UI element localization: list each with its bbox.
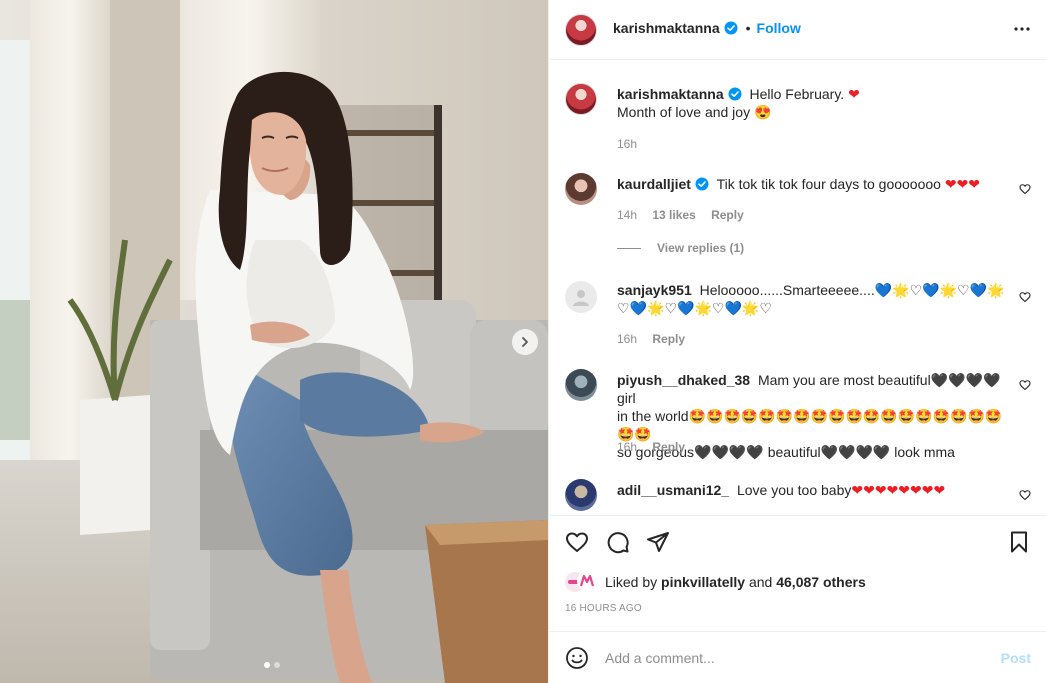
commenter-avatar[interactable] — [565, 479, 597, 511]
comments-list[interactable]: karishmaktanna Hello February. ❤ Month o… — [549, 61, 1046, 515]
red-heart-emoji: ❤ — [848, 86, 860, 102]
comment-body-part-1: Mam you are most beautiful — [757, 372, 931, 388]
comment-username[interactable]: adil__usmani12_ — [617, 482, 729, 498]
comment-body: Tik tok tik tok four days to gooooooo — [716, 176, 941, 192]
owner-username[interactable]: karishmaktanna — [613, 20, 720, 36]
comment-text: sanjayk951 Helooooo......Smarteeeee....💙… — [617, 281, 1009, 317]
comment-like-heart-icon[interactable] — [1019, 291, 1031, 303]
reply-button[interactable]: Reply — [711, 208, 744, 222]
share-icon[interactable] — [646, 530, 670, 554]
default-avatar-icon — [573, 290, 589, 306]
comment-time[interactable]: 14h — [617, 208, 637, 222]
owner-info: karishmaktanna • Follow — [613, 20, 801, 36]
carousel-indicator — [264, 662, 280, 668]
emoji-icon[interactable] — [565, 646, 589, 670]
likes-others[interactable]: 46,087 others — [776, 574, 866, 590]
add-comment-bar: Post — [549, 631, 1046, 683]
view-replies-button[interactable]: View replies (1) — [617, 241, 744, 255]
commenter-avatar[interactable] — [565, 281, 597, 313]
chevron-right-icon — [522, 337, 528, 347]
liker-username[interactable]: pinkvillatelly — [661, 574, 745, 590]
comment-item: piyush__dhaked_38 Mam you are most beaut… — [565, 369, 1035, 469]
comment-like-heart-icon[interactable] — [1019, 183, 1031, 195]
post-photo[interactable] — [0, 0, 548, 683]
caption-text: karishmaktanna Hello February. ❤ Month o… — [617, 85, 1009, 121]
reply-button[interactable]: Reply — [652, 332, 685, 346]
comment-body: Helooooo......Smarteeeee.... — [699, 282, 875, 298]
more-options-icon[interactable] — [1013, 20, 1031, 38]
caption-username[interactable]: karishmaktanna — [617, 86, 724, 102]
bookmark-icon[interactable] — [1007, 530, 1031, 554]
comment-like-heart-icon[interactable] — [1019, 489, 1031, 501]
comment-username[interactable]: piyush__dhaked_38 — [617, 372, 750, 388]
likes-prefix: Liked by — [605, 574, 658, 590]
comment-body: Love you too baby — [736, 482, 852, 498]
liker-avatar[interactable] — [565, 571, 597, 592]
view-replies-line — [617, 247, 641, 249]
view-replies-label: View replies (1) — [657, 241, 745, 255]
comment-meta: 16h Reply — [617, 332, 697, 346]
post-side-panel: karishmaktanna • Follow karishmaktanna H… — [548, 0, 1046, 683]
brand-m-logo-icon — [580, 574, 594, 587]
comment-username[interactable]: kaurdalljiet — [617, 176, 691, 192]
comment-like-heart-icon[interactable] — [1019, 379, 1031, 391]
commenter-avatar[interactable] — [565, 369, 597, 401]
red-heart-emoji: ❤❤❤ — [944, 176, 981, 192]
comment-body-part-2: girl — [617, 390, 636, 406]
post-header: karishmaktanna • Follow — [549, 0, 1046, 60]
heart-icon[interactable] — [565, 530, 589, 554]
post-image — [0, 0, 548, 683]
add-comment-input[interactable] — [605, 647, 985, 669]
comment-body-line-3b: beautiful — [767, 444, 821, 460]
likes-summary: Liked by pinkvillatelly and 46,087 other… — [565, 571, 866, 592]
comment-text: adil__usmani12_ Love you too baby❤❤❤❤❤❤❤… — [617, 481, 1009, 499]
black-heart-emoji: 🖤🖤🖤🖤 — [694, 444, 764, 460]
comment-username[interactable]: sanjayk951 — [617, 282, 692, 298]
black-heart-emoji: 🖤🖤🖤🖤 — [820, 444, 891, 460]
caption-line-1: Hello February. — [749, 86, 845, 102]
comment-body-line-3c: look mma — [894, 444, 955, 460]
comment-likes[interactable]: 13 likes — [652, 208, 695, 222]
carousel-next-button[interactable] — [512, 329, 538, 355]
caption-line-2: Month of love and joy — [617, 104, 751, 120]
action-bar — [549, 515, 1046, 569]
comment-time[interactable]: 16h — [617, 332, 637, 346]
verified-badge-icon — [728, 87, 742, 101]
comment-item: sanjayk951 Helooooo......Smarteeeee....💙… — [565, 281, 1035, 361]
post-time-ago[interactable]: 16 HOURS AGO — [565, 603, 642, 614]
caption-meta: 16h — [617, 137, 649, 151]
carousel-dot-active — [264, 662, 270, 668]
black-heart-emoji: 🖤🖤🖤🖤 — [930, 372, 1001, 388]
comment-icon[interactable] — [606, 530, 630, 554]
caption-time[interactable]: 16h — [617, 137, 637, 151]
commenter-avatar[interactable] — [565, 173, 597, 205]
carousel-dot — [274, 662, 280, 668]
likes-joiner: and — [748, 574, 773, 590]
follow-separator: • — [745, 20, 751, 36]
heart-eyes-emoji: 😍 — [753, 104, 772, 120]
reply-button[interactable]: Reply — [652, 440, 685, 454]
post-comment-button[interactable]: Post — [1001, 650, 1031, 666]
comment-time[interactable]: 16h — [617, 440, 637, 454]
red-heart-emoji: ❤❤❤❤❤❤❤❤ — [851, 482, 946, 498]
owner-avatar[interactable] — [565, 14, 597, 46]
comment-item: adil__usmani12_ Love you too baby❤❤❤❤❤❤❤… — [565, 479, 1035, 515]
verified-badge-icon — [724, 21, 738, 35]
comment-body-line-2: in the world — [617, 408, 689, 424]
post-caption: karishmaktanna Hello February. ❤ Month o… — [565, 83, 1035, 153]
verified-badge-icon — [695, 177, 709, 191]
follow-button[interactable]: Follow — [757, 20, 801, 36]
comment-meta: 14h 13 likes Reply — [617, 208, 756, 222]
caption-owner-avatar[interactable] — [565, 83, 597, 115]
liker-avatar-2 — [577, 571, 597, 591]
comment-text: kaurdalljiet Tik tok tik tok four days t… — [617, 175, 1009, 193]
comment-meta: 16h Reply — [617, 440, 697, 454]
